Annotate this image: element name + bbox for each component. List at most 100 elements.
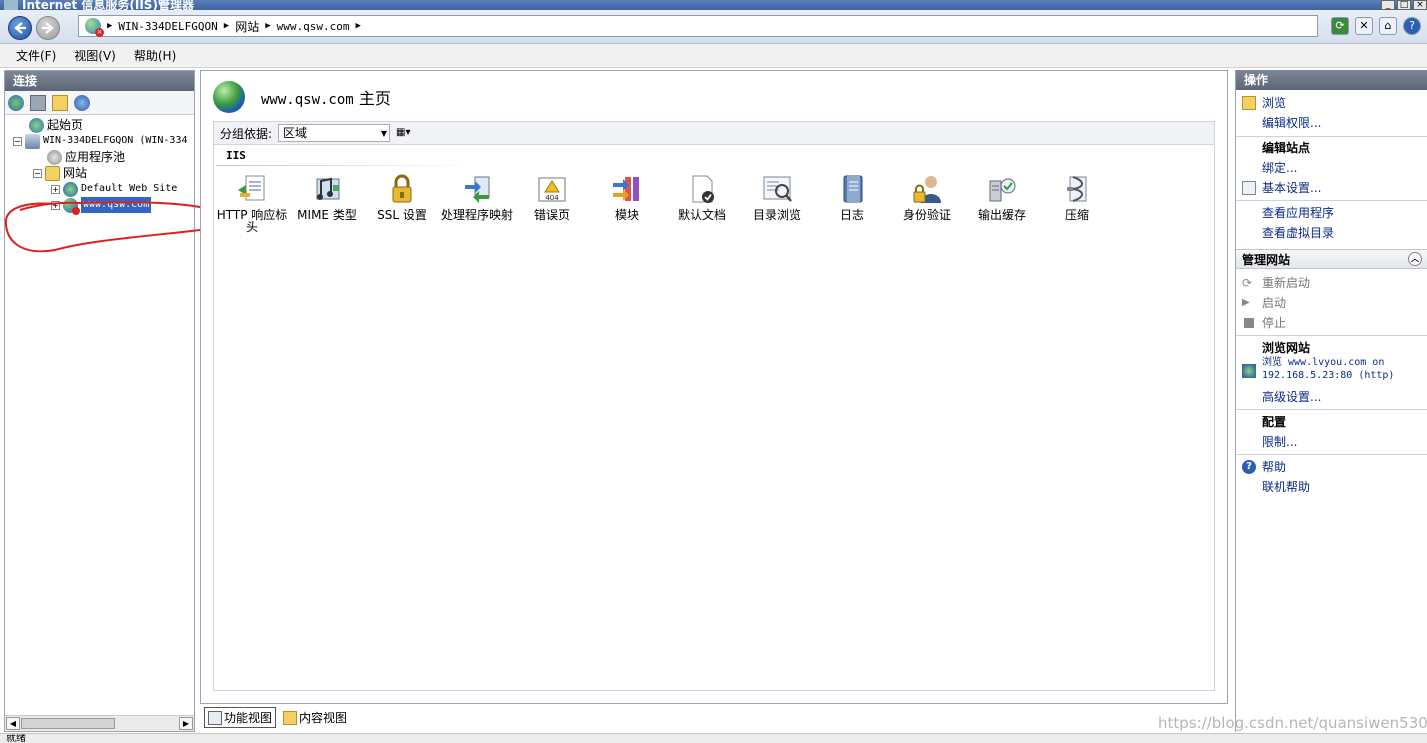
start-page-icon xyxy=(29,117,44,133)
action-limits[interactable]: 限制... xyxy=(1262,434,1297,450)
compression-icon xyxy=(1061,173,1093,205)
svg-text:404: 404 xyxy=(545,194,559,202)
tree-item-server[interactable]: − WIN-334DELFGQON (WIN-334 xyxy=(13,133,188,149)
address-toolbar: ⟳ ✕ ⌂ ? xyxy=(1331,17,1421,35)
action-help[interactable]: 帮助 xyxy=(1262,459,1286,475)
scroll-left-icon[interactable]: ◀ xyxy=(6,717,20,730)
action-explore[interactable]: 浏览 xyxy=(1262,95,1286,111)
divider xyxy=(1236,409,1427,410)
divider xyxy=(1236,454,1427,455)
output-caching-icon xyxy=(986,173,1018,205)
connections-pane: 连接 起始页 − WIN-334DELFGQON (WIN-334 应用程序池 … xyxy=(4,70,195,732)
start-icon: ▶ xyxy=(1242,297,1250,308)
action-basic-settings[interactable]: 基本设置... xyxy=(1262,180,1321,196)
connections-toolbar xyxy=(5,91,194,115)
address-row: × ▶ WIN-334DELFGQON ▶ 网站 ▶ www.qsw.com ▶… xyxy=(0,10,1427,44)
action-browse-site-line1[interactable]: 浏览 www.lvyou.com on xyxy=(1262,357,1384,369)
action-online-help[interactable]: 联机帮助 xyxy=(1262,479,1310,495)
view-mode-icon[interactable]: ▦▾ xyxy=(396,125,418,141)
menu-file[interactable]: 文件(F) xyxy=(16,47,56,64)
action-view-applications[interactable]: 查看应用程序 xyxy=(1262,205,1334,221)
tree-item-qsw-site[interactable]: + www.qsw.com xyxy=(51,197,152,215)
action-advanced-settings[interactable]: 高级设置... xyxy=(1262,389,1321,405)
help-icon[interactable]: ? xyxy=(1403,17,1421,35)
close-button[interactable]: × xyxy=(1413,0,1427,10)
home-icon[interactable]: ⌂ xyxy=(1379,17,1397,35)
forward-button[interactable] xyxy=(36,16,60,40)
menu-view[interactable]: 视图(V) xyxy=(74,47,116,64)
collapse-icon[interactable]: − xyxy=(33,168,42,178)
tree-item-default-web-site[interactable]: + Default Web Site xyxy=(51,181,177,197)
feature-compression[interactable]: 压缩 xyxy=(1040,173,1114,221)
view-tabs: 功能视图 内容视图 xyxy=(204,707,350,728)
tab-content-view[interactable]: 内容视图 xyxy=(280,708,350,727)
action-start[interactable]: 启动 xyxy=(1262,295,1286,311)
action-stop[interactable]: 停止 xyxy=(1262,315,1286,331)
scroll-thumb[interactable] xyxy=(21,718,115,729)
stop-icon xyxy=(1244,318,1254,328)
expand-icon[interactable]: + xyxy=(51,200,60,210)
address-bar[interactable]: × ▶ WIN-334DELFGQON ▶ 网站 ▶ www.qsw.com ▶ xyxy=(78,15,1318,37)
breadcrumb-separator-icon: ▶ xyxy=(223,21,230,31)
breadcrumb-separator-icon: ▶ xyxy=(265,21,271,31)
sites-folder-icon xyxy=(45,165,60,181)
chevron-down-icon: ▼ xyxy=(380,129,388,138)
feature-http-response-headers[interactable]: HTTP 响应标头 xyxy=(215,173,289,233)
arrow-left-icon xyxy=(14,22,26,34)
group-by-bar: 分组依据: 区域 ▼ ▦▾ xyxy=(213,121,1215,145)
action-browse-site-line2[interactable]: 192.168.5.23:80 (http) xyxy=(1262,370,1394,382)
action-restart[interactable]: 重新启动 xyxy=(1262,275,1310,291)
connect-icon[interactable] xyxy=(8,94,24,111)
feature-logging[interactable]: 日志 xyxy=(815,173,889,221)
divider xyxy=(1236,200,1427,201)
scroll-right-icon[interactable]: ▶ xyxy=(179,717,193,730)
tree-item-app-pools[interactable]: 应用程序池 xyxy=(47,149,125,165)
feature-ssl-settings[interactable]: SSL 设置 xyxy=(365,173,439,221)
tree-item-start-page[interactable]: 起始页 xyxy=(29,117,83,133)
section-iis-label: IIS xyxy=(226,149,246,162)
breadcrumb-server[interactable]: WIN-334DELFGQON xyxy=(118,20,217,33)
maximize-button[interactable]: □ xyxy=(1397,0,1411,10)
iis-app-icon xyxy=(4,0,18,10)
up-folder-icon[interactable] xyxy=(52,94,68,111)
feature-directory-browsing[interactable]: 目录浏览 xyxy=(740,173,814,221)
features-content: IIS HTTP 响应标头 MIME 类型 SSL 设置 处理程序映射 404 … xyxy=(213,145,1215,691)
save-icon[interactable] xyxy=(30,94,46,111)
feature-output-caching[interactable]: 输出缓存 xyxy=(965,173,1039,221)
group-by-select[interactable]: 区域 ▼ xyxy=(278,124,391,142)
minimize-button[interactable]: _ xyxy=(1381,0,1395,10)
configure-heading: 配置 xyxy=(1262,415,1287,429)
modules-icon xyxy=(611,173,643,205)
explore-icon xyxy=(1242,96,1256,110)
collapse-up-icon[interactable]: ︿ xyxy=(1408,252,1422,266)
authentication-icon xyxy=(911,173,943,205)
breadcrumb-site[interactable]: www.qsw.com xyxy=(277,20,350,33)
arrow-right-icon xyxy=(42,22,54,34)
stop-loading-icon[interactable]: ✕ xyxy=(1355,17,1373,35)
manage-site-section[interactable]: 管理网站 ︿ xyxy=(1236,249,1427,269)
feature-modules[interactable]: 模块 xyxy=(590,173,664,221)
feature-default-document[interactable]: 默认文档 xyxy=(665,173,739,221)
feature-handler-mappings[interactable]: 处理程序映射 xyxy=(440,173,514,221)
menu-help[interactable]: 帮助(H) xyxy=(134,47,176,64)
tab-features-view[interactable]: 功能视图 xyxy=(204,707,277,728)
action-view-virtual-directories[interactable]: 查看虚拟目录 xyxy=(1262,225,1334,241)
delete-connection-icon[interactable] xyxy=(74,94,90,111)
horizontal-scrollbar[interactable]: ◀ ▶ xyxy=(5,715,194,731)
status-bar: 就绪 xyxy=(0,733,1427,743)
feature-error-pages[interactable]: 404 错误页 xyxy=(515,173,589,221)
feature-authentication[interactable]: 身份验证 xyxy=(890,173,964,221)
action-bindings[interactable]: 绑定... xyxy=(1262,160,1297,176)
http-response-headers-icon xyxy=(236,173,268,205)
feature-mime-types[interactable]: MIME 类型 xyxy=(290,173,364,221)
expand-icon[interactable]: + xyxy=(51,184,60,194)
tree-item-sites[interactable]: − 网站 xyxy=(33,165,87,181)
connections-header: 连接 xyxy=(5,71,194,91)
default-document-icon xyxy=(686,173,718,205)
action-edit-permissions[interactable]: 编辑权限... xyxy=(1262,115,1321,131)
collapse-icon[interactable]: − xyxy=(13,136,22,146)
breadcrumb-sites[interactable]: 网站 xyxy=(235,18,259,35)
refresh-icon[interactable]: ⟳ xyxy=(1331,17,1349,35)
back-button[interactable] xyxy=(8,16,32,40)
features-pane: www.qsw.com 主页 分组依据: 区域 ▼ ▦▾ IIS HTTP 响应… xyxy=(200,70,1228,704)
